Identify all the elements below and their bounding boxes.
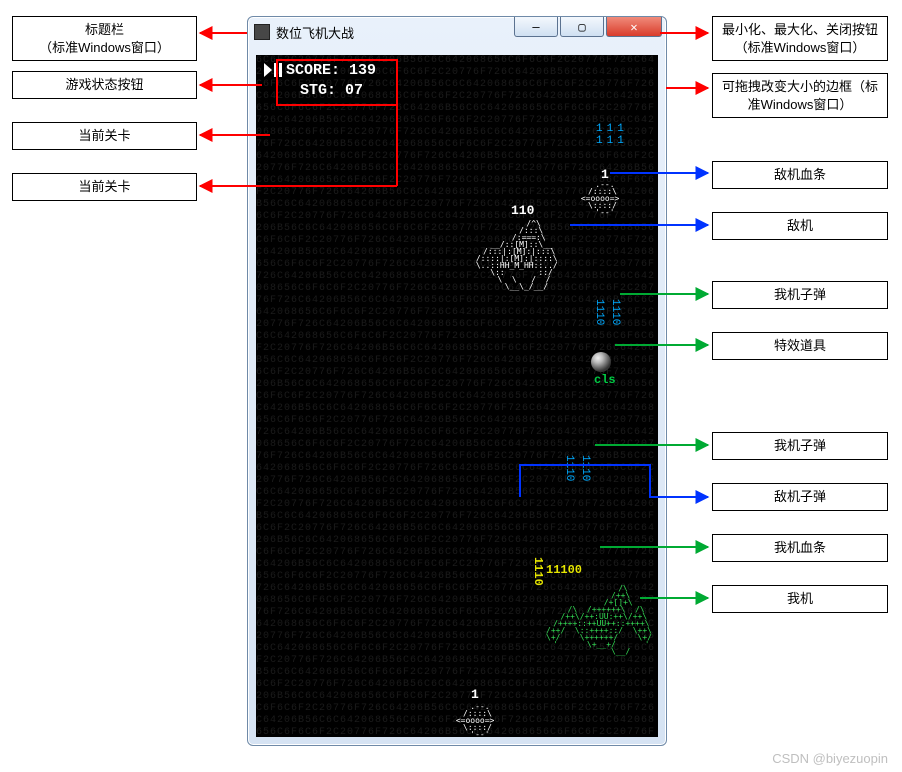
callout-current-stage-1: 当前关卡 [12, 122, 197, 150]
callout-my-bullet-2: 我机子弹 [712, 432, 888, 460]
titlebar[interactable]: 数位飞机大战 — ▢ ✕ [248, 17, 666, 47]
app-icon [254, 24, 270, 40]
hud: SCORE: 139 STG: 07 [264, 61, 376, 100]
callout-my-bullet-1: 我机子弹 [712, 281, 888, 309]
my-hp-vertical: 1110 [531, 557, 545, 586]
minimize-icon: — [532, 20, 539, 34]
enemy-hp-main: 110 [511, 203, 534, 218]
callout-enemy-hp: 敌机血条 [712, 161, 888, 189]
callout-special-item: 特效道具 [712, 332, 888, 360]
bomb-icon [591, 352, 611, 372]
my-bullet-sprite-3a: 1110 [566, 455, 572, 481]
enemy-ship-main: /^\ /:::\ /:===:\ __/::[M]::\__ /:::|:[M… [471, 220, 558, 290]
my-bullet-sprite-2b: 1110 [612, 299, 618, 325]
special-item [591, 352, 611, 372]
callout-my-ship: 我机 [712, 585, 888, 613]
my-bullet-sprite-2a: 1110 [596, 299, 602, 325]
callout-titlebar: 标题栏（标准Windows窗口） [12, 16, 197, 61]
callout-enemy-bullet: 敌机子弹 [712, 483, 888, 511]
callout-window-buttons: 最小化、最大化、关闭按钮（标准Windows窗口） [712, 16, 888, 61]
my-ship: /\ /++\ /+[]+\ /\ /++++++\ /\ /++\/++:UU… [546, 585, 652, 655]
callout-current-stage-2: 当前关卡 [12, 173, 197, 201]
callout-game-status-button: 游戏状态按钮 [12, 71, 197, 99]
close-icon: ✕ [630, 20, 637, 34]
item-label: cls [594, 373, 616, 387]
game-client-area[interactable]: 6C6F2C20776F726C64206B56C6C642068656C6F6… [256, 55, 658, 737]
pause-icon[interactable] [264, 63, 282, 77]
callout-my-hp: 我机血条 [712, 534, 888, 562]
enemy-ship-small-top: .--. /::::\ <=oooo=> \::::/ '--' [576, 181, 619, 216]
enemy-ship-small-bottom: .--. /::::\ <=oooo=> \::::/ '--' [451, 703, 494, 737]
callout-enemy: 敌机 [712, 212, 888, 240]
maximize-icon: ▢ [578, 20, 585, 34]
minimize-button[interactable]: — [514, 17, 558, 37]
game-window: 数位飞机大战 — ▢ ✕ 6C6F2C20776F726C64206B56C6C… [247, 16, 667, 746]
enemy-hp-small-bottom: 1 [471, 687, 479, 702]
callout-resize-border: 可拖拽改变大小的边框（标准Windows窗口） [712, 73, 888, 118]
my-bullet-sprite-top-b: 111 [596, 137, 628, 146]
window-title: 数位飞机大战 [276, 23, 354, 42]
my-bullet-sprite-3b: 1110 [582, 455, 588, 481]
my-bullet-sprite-top-a: 111 [596, 125, 628, 134]
watermark: CSDN @biyezuopin [772, 751, 888, 766]
score-text: SCORE: 139 [286, 62, 376, 79]
my-hp: 11100 [546, 563, 582, 577]
close-button[interactable]: ✕ [606, 17, 662, 37]
stage-text: STG: 07 [300, 82, 363, 99]
maximize-button[interactable]: ▢ [560, 17, 604, 37]
